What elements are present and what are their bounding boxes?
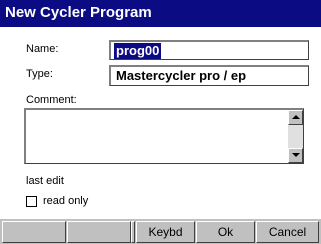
title-bar: New Cycler Program xyxy=(0,0,321,27)
scroll-down-button[interactable] xyxy=(288,148,303,163)
name-input-value: prog00 xyxy=(114,43,162,59)
read-only-checkbox[interactable] xyxy=(26,196,37,207)
name-label: Name: xyxy=(26,43,59,55)
arrow-up-icon xyxy=(292,115,300,119)
blank-button-2[interactable] xyxy=(67,221,131,243)
type-field-value: Mastercycler pro / ep xyxy=(116,68,247,83)
keybd-button[interactable]: Keybd xyxy=(136,221,195,243)
name-input[interactable]: prog00 xyxy=(109,40,309,60)
arrow-down-icon xyxy=(292,153,300,157)
comment-scrollbar[interactable] xyxy=(288,110,303,163)
ok-button[interactable]: Ok xyxy=(196,221,255,243)
type-label: Type: xyxy=(26,68,53,80)
comment-textarea[interactable] xyxy=(24,108,304,164)
blank-button-3[interactable] xyxy=(131,221,135,243)
cancel-button[interactable]: Cancel xyxy=(256,221,319,243)
comment-label: Comment: xyxy=(26,94,77,106)
scroll-up-button[interactable] xyxy=(288,110,303,125)
read-only-label: read only xyxy=(43,195,89,207)
button-bar: Keybd Ok Cancel xyxy=(0,219,321,244)
type-field[interactable]: Mastercycler pro / ep xyxy=(109,65,309,86)
window-title: New Cycler Program xyxy=(5,4,152,21)
last-edit-label: last edit xyxy=(26,175,64,187)
blank-button-1[interactable] xyxy=(2,221,66,243)
